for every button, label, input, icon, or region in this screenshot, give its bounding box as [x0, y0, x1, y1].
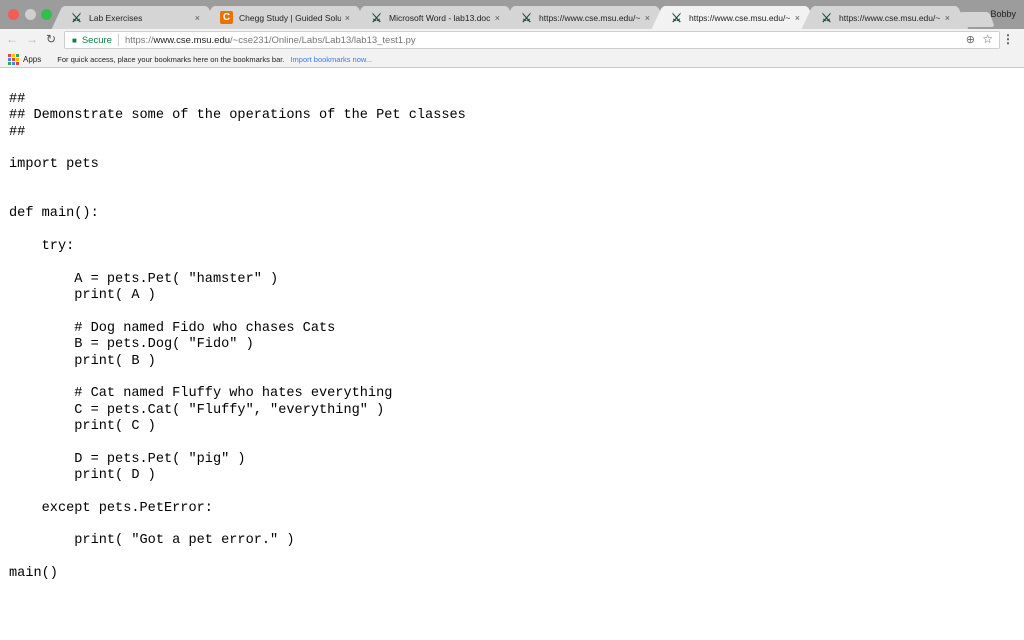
tab-lab-exercises[interactable]: ⚔ Lab Exercises ×: [62, 6, 208, 29]
apps-link[interactable]: Apps: [23, 55, 41, 64]
chegg-icon: C: [220, 11, 233, 24]
url-path: /~cse231/Online/Labs/Lab13/lab13_test1.p…: [230, 34, 416, 46]
tab-title: Lab Exercises: [89, 12, 143, 23]
close-icon[interactable]: ×: [795, 13, 800, 23]
close-icon[interactable]: ×: [495, 13, 500, 23]
zoom-icon[interactable]: ⊕: [966, 33, 975, 46]
lock-icon: ■: [72, 35, 77, 45]
python-source-code: ## ## Demonstrate some of the operations…: [9, 92, 466, 581]
msu-spartan-icon: ⚔: [821, 10, 832, 25]
apps-grid-icon[interactable]: [8, 53, 19, 65]
tab-title: Microsoft Word - lab13.doc: [389, 12, 491, 23]
close-icon[interactable]: ×: [345, 13, 350, 23]
window-close-button[interactable]: [8, 9, 19, 20]
menu-icon[interactable]: ⋮: [1002, 32, 1014, 46]
bookmarks-hint: For quick access, place your bookmarks h…: [57, 54, 285, 64]
profile-name[interactable]: Bobby: [990, 9, 1016, 19]
tab-microsoft-word[interactable]: ⚔ Microsoft Word - lab13.doc ×: [362, 6, 508, 29]
bookmarks-bar: Apps For quick access, place your bookma…: [0, 51, 1024, 68]
url-scheme: https://: [124, 34, 154, 46]
url-host: www.cse.msu.edu: [153, 34, 231, 46]
tab-title: Chegg Study | Guided Solu: [239, 12, 341, 23]
browser-toolbar: ← → ↻ ■ Secure https:// www.cse.msu.edu …: [0, 29, 1024, 51]
tab-title: https://www.cse.msu.edu/~: [689, 12, 791, 23]
tab-strip: ⚔ Lab Exercises × C Chegg Study | Guided…: [0, 0, 1024, 29]
reload-icon[interactable]: ↻: [46, 32, 56, 46]
close-icon[interactable]: ×: [945, 13, 950, 23]
security-label: Secure: [81, 34, 112, 46]
divider: [117, 34, 119, 46]
tab-cse-msu-1[interactable]: ⚔ https://www.cse.msu.edu/~ ×: [512, 6, 658, 29]
tab-title: https://www.cse.msu.edu/~: [539, 12, 641, 23]
window-minimize-button[interactable]: [25, 9, 36, 20]
tab-title: https://www.cse.msu.edu/~: [839, 12, 941, 23]
new-tab-button[interactable]: [959, 12, 995, 27]
bookmark-star-icon[interactable]: ☆: [982, 32, 993, 46]
msu-spartan-icon: ⚔: [71, 10, 82, 25]
tab-cse-msu-active[interactable]: ⚔ https://www.cse.msu.edu/~ ×: [662, 6, 808, 29]
msu-spartan-icon: ⚔: [671, 10, 682, 25]
forward-arrow-icon[interactable]: →: [26, 32, 38, 46]
address-bar[interactable]: ■ Secure https:// www.cse.msu.edu /~cse2…: [64, 31, 1000, 49]
back-arrow-icon[interactable]: ←: [6, 32, 18, 46]
msu-spartan-icon: ⚔: [371, 10, 382, 25]
import-bookmarks-link[interactable]: Import bookmarks now...: [290, 55, 372, 64]
page-content: ## ## Demonstrate some of the operations…: [9, 92, 466, 582]
close-icon[interactable]: ×: [195, 13, 200, 23]
msu-spartan-icon: ⚔: [521, 10, 532, 25]
tab-chegg[interactable]: C Chegg Study | Guided Solu ×: [212, 6, 358, 29]
tab-cse-msu-3[interactable]: ⚔ https://www.cse.msu.edu/~ ×: [812, 6, 958, 29]
window-maximize-button[interactable]: [41, 9, 52, 20]
close-icon[interactable]: ×: [645, 13, 650, 23]
